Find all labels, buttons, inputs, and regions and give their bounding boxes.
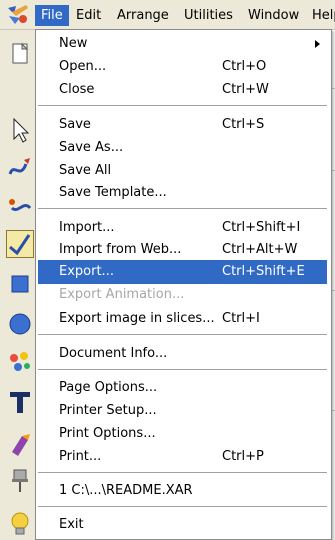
menu-file[interactable]: File <box>35 5 69 26</box>
menu-item-exit[interactable]: Exit <box>38 513 327 537</box>
menu-item-shortcut: Ctrl+W <box>222 82 269 97</box>
menu-edit[interactable]: Edit <box>70 5 107 26</box>
menu-separator <box>38 105 327 107</box>
menu-help[interactable]: Help <box>306 5 335 26</box>
menu-utilities[interactable]: Utilities <box>178 5 239 26</box>
menu-item-save-all[interactable]: Save All <box>38 159 327 183</box>
shape-editor-icon[interactable] <box>6 194 34 222</box>
menu-item-label: Exit <box>59 517 84 532</box>
menu-bar: File Edit Arrange Utilities Window Help <box>0 0 335 30</box>
menu-separator <box>38 369 327 371</box>
menu-item-label: Import... <box>59 220 115 235</box>
menu-item-shortcut: Ctrl+O <box>222 59 267 74</box>
menu-item-recent-file[interactable]: 1 C:\...\README.XAR <box>38 479 327 503</box>
new-document-icon[interactable] <box>6 40 34 68</box>
menu-item-label: Open... <box>59 59 107 74</box>
menu-item-label: Save Template... <box>59 185 167 200</box>
menu-item-label: Import from Web... <box>59 242 182 257</box>
menu-item-label: New <box>59 36 88 51</box>
menu-item-printer-setup[interactable]: Printer Setup... <box>38 399 327 423</box>
menu-item-label: Printer Setup... <box>59 403 157 418</box>
menu-item-page-options[interactable]: Page Options... <box>38 376 327 400</box>
menu-item-label: Document Info... <box>59 346 168 361</box>
push-pin-icon[interactable] <box>6 466 34 494</box>
selector-arrow-icon[interactable] <box>6 116 34 144</box>
menu-separator <box>38 208 327 210</box>
menu-item-shortcut: Ctrl+Shift+I <box>222 220 301 235</box>
menu-item-label: Save All <box>59 163 112 178</box>
app-logo-icon <box>6 4 30 26</box>
menu-item-shortcut: Ctrl+P <box>222 449 264 464</box>
menu-item-label: 1 C:\...\README.XAR <box>59 483 193 498</box>
menu-item-close[interactable]: Close Ctrl+W <box>38 78 327 102</box>
menu-item-print[interactable]: Print... Ctrl+P <box>38 445 327 469</box>
menu-item-shortcut: Ctrl+I <box>222 311 260 326</box>
menu-item-label: Save <box>59 117 91 132</box>
menu-item-label: Export... <box>59 264 114 279</box>
menu-separator <box>38 506 327 508</box>
menu-item-import-from-web[interactable]: Import from Web... Ctrl+Alt+W <box>38 238 327 262</box>
menu-item-label: Save As... <box>59 140 124 155</box>
menu-item-export-slices[interactable]: Export image in slices... Ctrl+I <box>38 307 327 331</box>
menu-separator <box>38 334 327 336</box>
menu-item-save-template[interactable]: Save Template... <box>38 181 327 205</box>
menu-item-document-info[interactable]: Document Info... <box>38 342 327 366</box>
menu-item-shortcut: Ctrl+Alt+W <box>222 242 298 257</box>
menu-separator <box>38 472 327 474</box>
rectangle-icon[interactable] <box>6 270 34 298</box>
gradient-fill-icon[interactable] <box>6 348 34 376</box>
menu-item-label: Export Animation... <box>59 287 185 302</box>
menu-item-label: Close <box>59 82 95 97</box>
menu-item-label: Print... <box>59 449 102 464</box>
ellipse-icon[interactable] <box>6 310 34 338</box>
menu-item-import[interactable]: Import... Ctrl+Shift+I <box>38 216 327 240</box>
menu-item-label: Print Options... <box>59 426 156 441</box>
menu-item-shortcut: Ctrl+S <box>222 117 265 132</box>
menu-window[interactable]: Window <box>242 5 305 26</box>
menu-item-open[interactable]: Open... Ctrl+O <box>38 55 327 79</box>
menu-item-export[interactable]: Export... Ctrl+Shift+E <box>38 260 327 284</box>
menu-item-shortcut: Ctrl+Shift+E <box>222 264 305 279</box>
light-bulb-icon[interactable] <box>6 510 34 538</box>
menu-item-print-options[interactable]: Print Options... <box>38 422 327 446</box>
menu-item-label: Page Options... <box>59 380 158 395</box>
paint-icon[interactable] <box>6 430 34 458</box>
menu-arrange[interactable]: Arrange <box>111 5 175 26</box>
menu-item-label: Export image in slices... <box>59 311 215 326</box>
menu-item-save-as[interactable]: Save As... <box>38 136 327 160</box>
file-menu-dropdown: New Open... Ctrl+O Close Ctrl+W Save Ctr… <box>35 29 332 540</box>
menu-item-new[interactable]: New <box>38 32 327 56</box>
menu-item-save[interactable]: Save Ctrl+S <box>38 113 327 137</box>
submenu-arrow-icon <box>315 40 320 48</box>
tool-bar <box>0 30 38 540</box>
freehand-pen-icon[interactable] <box>6 154 34 182</box>
text-icon[interactable] <box>6 388 34 416</box>
menu-item-export-animation: Export Animation... <box>38 283 327 307</box>
line-tool-icon[interactable] <box>6 230 34 258</box>
